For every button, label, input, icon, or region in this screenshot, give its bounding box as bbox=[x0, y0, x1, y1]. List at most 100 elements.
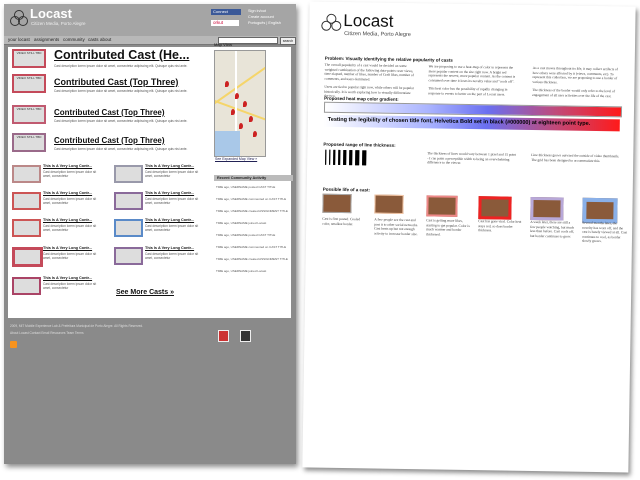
cast-description: Cast description lorem ipsum dolor sit a… bbox=[43, 252, 97, 260]
thickness-sample bbox=[355, 150, 360, 166]
cast-title[interactable]: This Is A Very Long Contr... bbox=[145, 246, 194, 250]
design-rationale-page: Locast Citizen Media, Porto Alegre Probl… bbox=[302, 1, 636, 473]
featured-cast-thumbnail[interactable]: VIDEO STILL TBD bbox=[12, 49, 46, 68]
featured-cast-thumbnail[interactable]: VIDEO STILL TBD bbox=[12, 74, 46, 93]
thickness-sample bbox=[329, 149, 331, 165]
cast-description: Cast description lorem ipsum dolor sit a… bbox=[43, 282, 97, 290]
cast-title[interactable]: This Is A Very Long Contr... bbox=[145, 191, 194, 195]
cast-thumbnail[interactable] bbox=[12, 247, 43, 267]
featured-cast-thumbnail[interactable]: VIDEO STILL TBD bbox=[12, 133, 46, 152]
lifecycle-stage-text: A week later, there are still a few peop… bbox=[530, 219, 575, 239]
thickness-sample bbox=[343, 150, 347, 166]
rss-icon[interactable] bbox=[10, 341, 17, 348]
main-nav: your locast assignments community casts … bbox=[4, 36, 296, 45]
sign-in-link[interactable]: Sign in/out bbox=[248, 9, 266, 13]
cast-stage-thumbnail bbox=[478, 196, 512, 220]
nav-your-locast[interactable]: your locast bbox=[8, 37, 30, 42]
cast-thumbnail[interactable] bbox=[114, 165, 143, 183]
thickness-sample bbox=[333, 149, 336, 165]
cast-stage-thumbnail bbox=[530, 196, 564, 221]
facebook-connect-button[interactable]: Connect bbox=[211, 9, 241, 15]
paragraph: The thickness of lines would vary betwee… bbox=[427, 151, 517, 165]
thickness-sample bbox=[362, 150, 367, 166]
activity-item: TIME ago, USERNAME joined Locast bbox=[216, 221, 267, 225]
cast-title[interactable]: This Is A Very Long Contr... bbox=[43, 276, 92, 280]
paragraph: We are proposing to use a heat-map of co… bbox=[428, 64, 516, 84]
cast-thumbnail[interactable] bbox=[114, 192, 143, 210]
featured-cast-thumbnail[interactable]: VIDEO STILL TBD bbox=[12, 105, 46, 124]
activity-item: TIME ago, USERNAME commented on CAST TIT… bbox=[216, 245, 287, 249]
lifecycle-stage-text: A few people see the cast and post it to… bbox=[374, 217, 419, 236]
cast-thumbnail[interactable] bbox=[12, 192, 41, 210]
footer-links[interactable]: About Locast Contact Email Resources Tea… bbox=[10, 331, 84, 335]
map-pin-icon[interactable] bbox=[253, 131, 257, 137]
cast-title[interactable]: This Is A Very Long Contr... bbox=[145, 218, 194, 222]
featured-cast-description: Cast description lorem ipsum dolor sit a… bbox=[54, 119, 188, 123]
cast-thumbnail[interactable] bbox=[12, 277, 41, 295]
cast-title[interactable]: This Is A Very Long Contr... bbox=[43, 191, 92, 195]
language-link[interactable]: Português | English bbox=[248, 21, 281, 25]
site-title: Locast bbox=[30, 6, 72, 21]
map-pin-icon[interactable] bbox=[225, 81, 229, 87]
featured-cast-title[interactable]: Contributed Cast (Top Three) bbox=[54, 77, 178, 87]
cast-description: Cast description lorem ipsum dolor sit a… bbox=[145, 252, 199, 260]
map-pin-icon[interactable] bbox=[243, 101, 247, 107]
content-area: VIDEO STILL TBD Contributed Cast (He... … bbox=[8, 42, 293, 318]
featured-cast-title[interactable]: Contributed Cast (Top Three) bbox=[54, 108, 165, 117]
cast-description: Cast description lorem ipsum dolor sit a… bbox=[43, 224, 97, 232]
featured-cast-title[interactable]: Contributed Cast (Top Three) bbox=[54, 136, 165, 145]
cast-description: Cast description lorem ipsum dolor sit a… bbox=[145, 224, 199, 232]
map-pin-icon[interactable] bbox=[231, 109, 235, 115]
activity-item: TIME ago, USERNAME posted CAST TITLE bbox=[216, 185, 276, 189]
cast-thumbnail[interactable] bbox=[114, 247, 143, 265]
site-footer: 2009, MIT Mobile Experience Lab & Prefei… bbox=[4, 320, 296, 360]
nav-casts[interactable]: casts bbox=[88, 37, 99, 42]
cast-thumbnail[interactable] bbox=[114, 219, 143, 237]
partner-logo-icon bbox=[218, 330, 229, 342]
site-header: Locast Citizen Media, Porto Alegre Conne… bbox=[4, 4, 296, 36]
locast-site-mockup: Locast Citizen Media, Porto Alegre Conne… bbox=[4, 4, 296, 464]
thickness-sample bbox=[349, 150, 353, 166]
activity-item: TIME ago, USERNAME posted CAST TITLE bbox=[216, 233, 276, 237]
thickness-sample bbox=[338, 149, 341, 165]
locast-logo-icon bbox=[321, 13, 342, 34]
map-pin-icon[interactable] bbox=[249, 116, 253, 122]
activity-heading: Recent Community Activity bbox=[214, 175, 293, 181]
expanded-map-link[interactable]: See Expanded Map View » bbox=[215, 157, 257, 161]
cast-stage-thumbnail bbox=[322, 193, 352, 214]
cast-title[interactable]: This Is A Very Long Contr... bbox=[145, 164, 194, 168]
activity-item: TIME ago, USERNAME created ASSIGNMENT TI… bbox=[216, 209, 288, 213]
cast-thumbnail[interactable] bbox=[12, 219, 41, 237]
cast-title[interactable]: This Is A Very Long Contr... bbox=[43, 218, 92, 222]
search-button[interactable]: search bbox=[280, 37, 296, 45]
lifecycle-stage-text: Cast has gone viral. Color heat stays re… bbox=[478, 219, 522, 233]
map-pin-icon[interactable] bbox=[239, 123, 243, 129]
cast-description: Cast description lorem ipsum dolor sit a… bbox=[145, 170, 199, 178]
orkut-button[interactable]: orkut bbox=[211, 20, 239, 26]
activity-item: TIME ago, USERNAME joined Locast bbox=[216, 269, 267, 273]
cast-description: Cast description lorem ipsum dolor sit a… bbox=[43, 170, 97, 178]
featured-cast-description: Cast description lorem ipsum dolor sit a… bbox=[54, 89, 188, 93]
activity-item: TIME ago, USERNAME commented on CAST TIT… bbox=[216, 197, 287, 201]
nav-assignments[interactable]: assignments bbox=[34, 37, 59, 42]
cast-title[interactable]: This Is A Very Long Contr... bbox=[43, 164, 92, 168]
cast-title[interactable]: This Is A Very Long Contr... bbox=[43, 246, 92, 250]
problem-heading: Problem: Visually identifying the relati… bbox=[324, 55, 453, 63]
cast-stage-thumbnail bbox=[426, 195, 458, 217]
nav-community[interactable]: community bbox=[63, 37, 85, 42]
create-account-link[interactable]: Create account bbox=[248, 15, 274, 19]
cast-stage-thumbnail bbox=[582, 197, 618, 224]
featured-cast-description: Cast description lorem ipsum dolor sit a… bbox=[54, 64, 188, 68]
paragraph: As a cast moves throughout its life, it … bbox=[532, 65, 619, 84]
nav-about[interactable]: about bbox=[100, 37, 111, 42]
paragraph: The overall popularity of a cast would b… bbox=[324, 62, 414, 81]
featured-cast-title[interactable]: Contributed Cast (He... bbox=[54, 48, 189, 62]
cast-thumbnail[interactable] bbox=[12, 165, 41, 183]
cast-description: Cast description lorem ipsum dolor sit a… bbox=[145, 197, 199, 205]
paragraph: The thickness of the border would only r… bbox=[532, 87, 616, 98]
map-view[interactable] bbox=[214, 50, 266, 157]
site-subtitle: Citizen Media, Porto Alegre bbox=[31, 21, 86, 26]
lifecycle-heading: Possible life of a cast: bbox=[322, 186, 371, 193]
map-pin-icon[interactable] bbox=[235, 93, 239, 99]
see-more-casts-link[interactable]: See More Casts » bbox=[116, 289, 174, 296]
